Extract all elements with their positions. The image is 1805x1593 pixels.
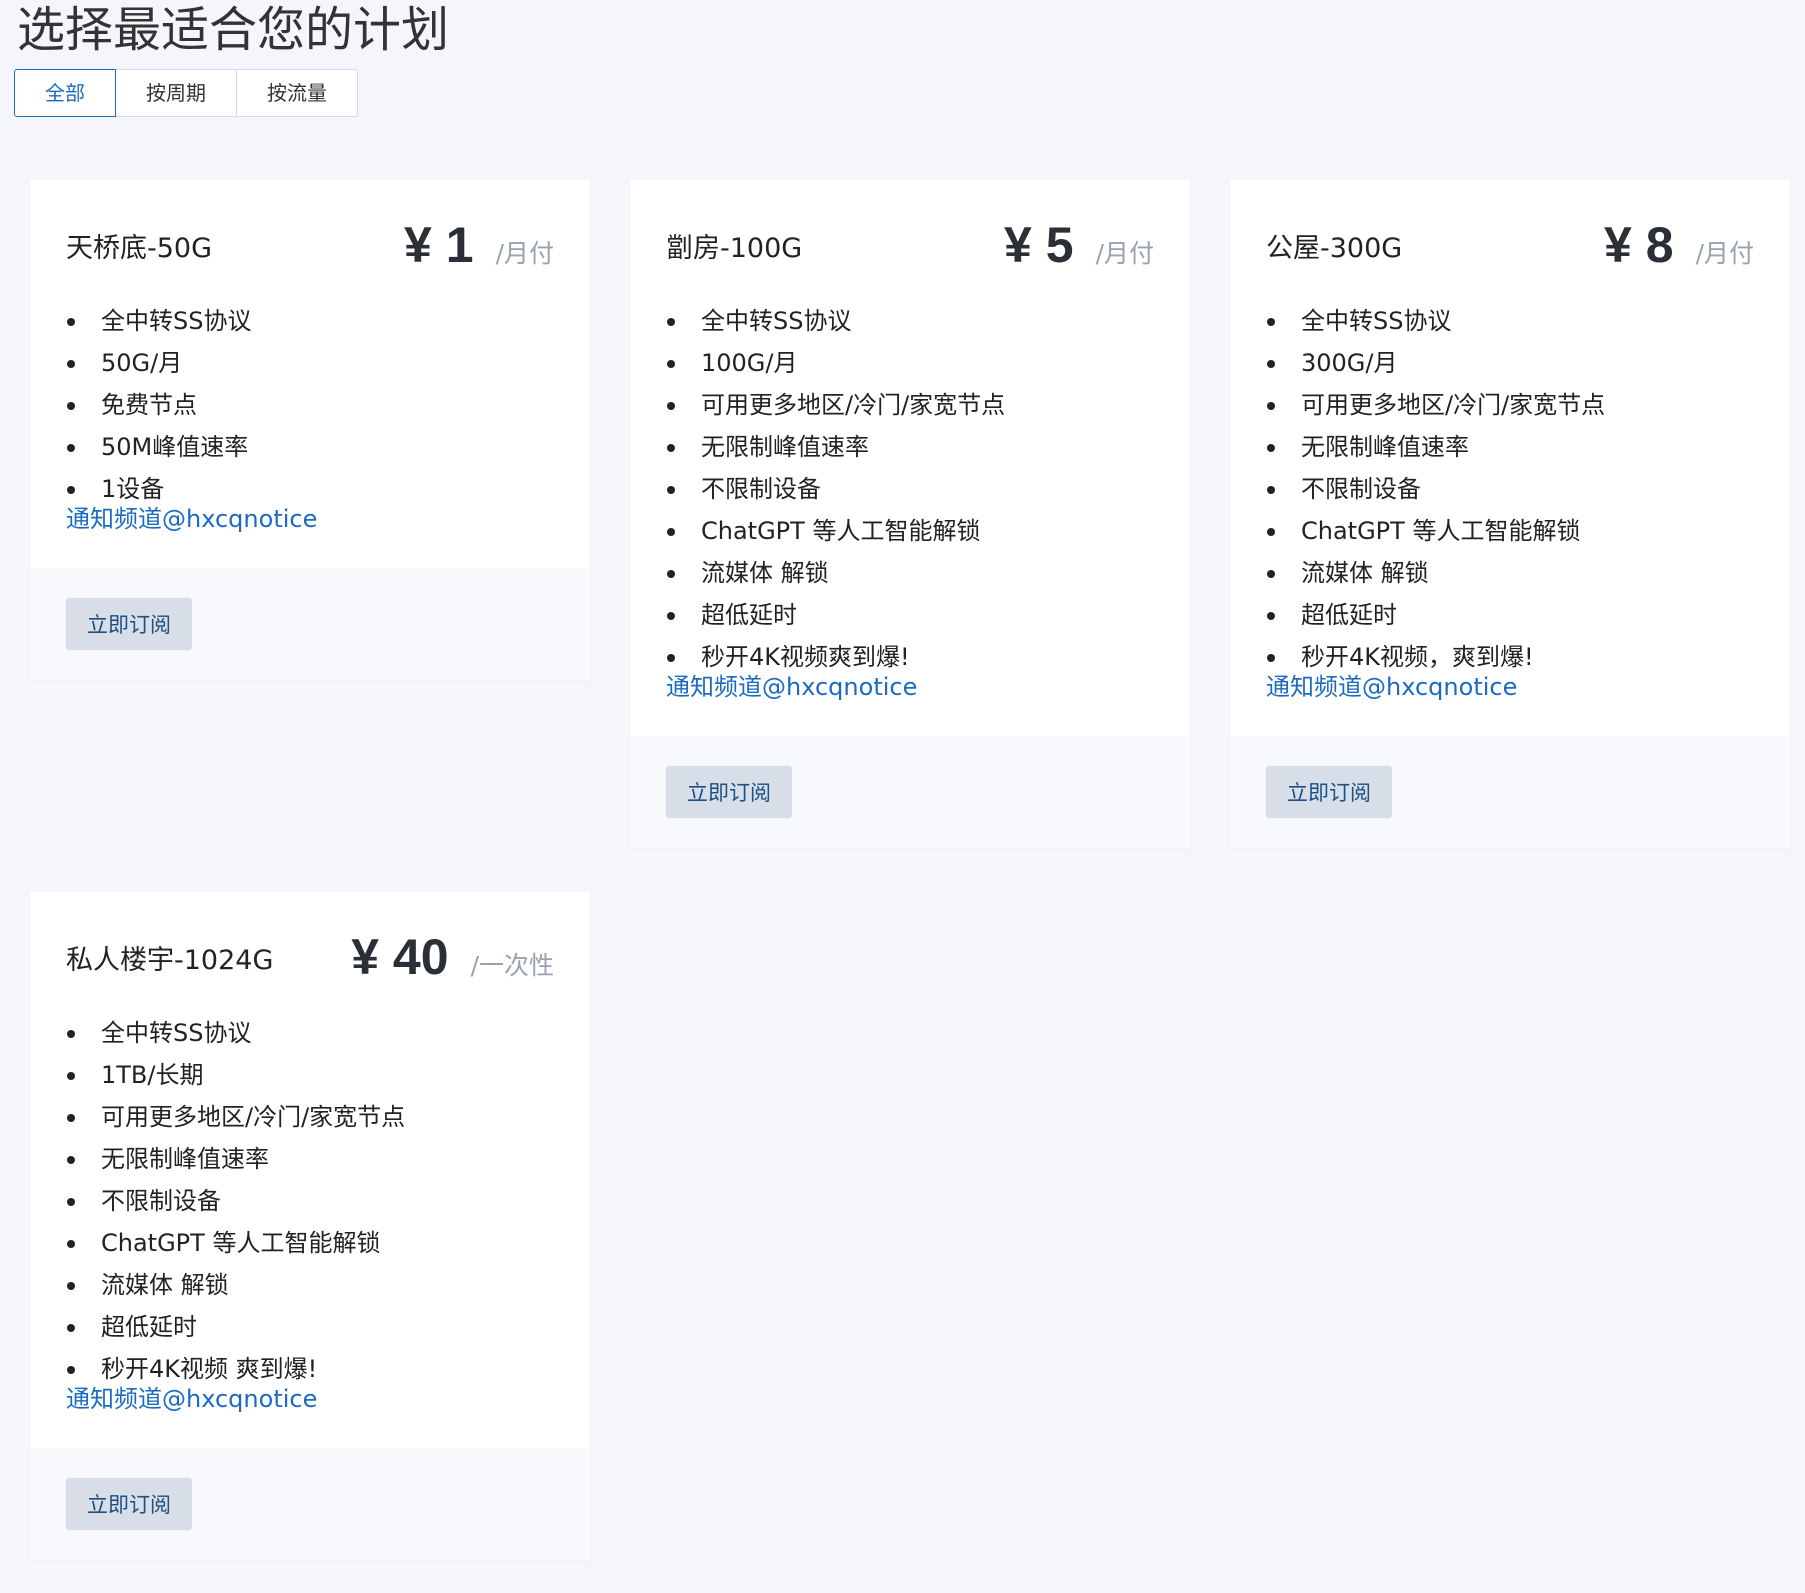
plan-name: 天桥底-50G xyxy=(66,232,213,264)
subscribe-button[interactable]: 立即订阅 xyxy=(1266,766,1392,818)
feature-item: ChatGPT 等人工智能解锁 xyxy=(666,510,1154,552)
feature-list: 全中转SS协议 300G/月 可用更多地区/冷门/家宽节点 无限制峰值速率 不限… xyxy=(1266,300,1754,678)
feature-item: 300G/月 xyxy=(1266,342,1754,384)
plan-price: ¥ 1 xyxy=(404,217,474,273)
plan-name: 劏房-100G xyxy=(666,232,803,264)
feature-item: 秒开4K视频爽到爆! xyxy=(666,636,1154,678)
plan-card: 劏房-100G ¥ 5 /月付 全中转SS协议 100G/月 可用更多地区/冷门… xyxy=(630,180,1190,848)
feature-item: 无限制峰值速率 xyxy=(66,1138,554,1180)
plan-price-group: ¥ 8 /月付 xyxy=(1604,216,1754,274)
feature-list: 全中转SS协议 1TB/长期 可用更多地区/冷门/家宽节点 无限制峰值速率 不限… xyxy=(66,1012,554,1390)
card-footer: 立即订阅 xyxy=(630,736,1190,848)
feature-item: 50G/月 xyxy=(66,342,554,384)
plan-price: ¥ 8 xyxy=(1604,217,1674,273)
card-footer: 立即订阅 xyxy=(1230,736,1790,848)
plan-price: ¥ 5 xyxy=(1004,217,1074,273)
feature-item: 不限制设备 xyxy=(666,468,1154,510)
feature-item: 超低延时 xyxy=(666,594,1154,636)
plan-card: 私人楼宇-1024G ¥ 40 /一次性 全中转SS协议 1TB/长期 可用更多… xyxy=(30,892,590,1560)
feature-item: 不限制设备 xyxy=(1266,468,1754,510)
tab-by-period[interactable]: 按周期 xyxy=(115,69,237,117)
feature-item: 流媒体 解锁 xyxy=(1266,552,1754,594)
feature-item: ChatGPT 等人工智能解锁 xyxy=(1266,510,1754,552)
plan-name: 公屋-300G xyxy=(1266,232,1403,264)
feature-list: 全中转SS协议 100G/月 可用更多地区/冷门/家宽节点 无限制峰值速率 不限… xyxy=(666,300,1154,678)
card-footer: 立即订阅 xyxy=(30,1448,590,1560)
plan-name: 私人楼宇-1024G xyxy=(66,944,274,976)
page-title: 选择最适合您的计划 xyxy=(17,2,450,58)
feature-item: 秒开4K视频 爽到爆! xyxy=(66,1348,554,1390)
feature-item: 流媒体 解锁 xyxy=(666,552,1154,594)
subscribe-button[interactable]: 立即订阅 xyxy=(66,598,192,650)
feature-item: 可用更多地区/冷门/家宽节点 xyxy=(1266,384,1754,426)
plan-period: /月付 xyxy=(495,239,554,268)
feature-item: 1设备 xyxy=(66,468,554,510)
feature-item: 无限制峰值速率 xyxy=(1266,426,1754,468)
feature-list: 全中转SS协议 50G/月 免费节点 50M峰值速率 1设备 xyxy=(66,300,554,510)
plan-card: 天桥底-50G ¥ 1 /月付 全中转SS协议 50G/月 免费节点 50M峰值… xyxy=(30,180,590,680)
subscribe-button[interactable]: 立即订阅 xyxy=(66,1478,192,1530)
feature-item: 全中转SS协议 xyxy=(66,300,554,342)
feature-item: 免费节点 xyxy=(66,384,554,426)
plan-price-group: ¥ 1 /月付 xyxy=(404,216,554,274)
subscribe-button[interactable]: 立即订阅 xyxy=(666,766,792,818)
feature-item: 100G/月 xyxy=(666,342,1154,384)
feature-item: 全中转SS协议 xyxy=(1266,300,1754,342)
feature-item: 秒开4K视频，爽到爆! xyxy=(1266,636,1754,678)
plan-filter-tabs: 全部 按周期 按流量 xyxy=(14,69,358,119)
card-footer: 立即订阅 xyxy=(30,568,590,680)
feature-item: 超低延时 xyxy=(66,1306,554,1348)
plan-period: /月付 xyxy=(1095,239,1154,268)
feature-item: 50M峰值速率 xyxy=(66,426,554,468)
feature-item: 流媒体 解锁 xyxy=(66,1264,554,1306)
feature-item: 全中转SS协议 xyxy=(666,300,1154,342)
feature-item: 无限制峰值速率 xyxy=(666,426,1154,468)
feature-item: 不限制设备 xyxy=(66,1180,554,1222)
feature-item: 全中转SS协议 xyxy=(66,1012,554,1054)
tab-all[interactable]: 全部 xyxy=(14,69,116,117)
plan-period: /一次性 xyxy=(470,951,554,980)
plan-card: 公屋-300G ¥ 8 /月付 全中转SS协议 300G/月 可用更多地区/冷门… xyxy=(1230,180,1790,848)
feature-item: ChatGPT 等人工智能解锁 xyxy=(66,1222,554,1264)
plan-period: /月付 xyxy=(1695,239,1754,268)
feature-item: 超低延时 xyxy=(1266,594,1754,636)
feature-item: 可用更多地区/冷门/家宽节点 xyxy=(66,1096,554,1138)
plan-price: ¥ 40 xyxy=(351,929,449,985)
plan-price-group: ¥ 40 /一次性 xyxy=(351,928,554,986)
tab-by-traffic[interactable]: 按流量 xyxy=(236,69,358,117)
plan-price-group: ¥ 5 /月付 xyxy=(1004,216,1154,274)
feature-item: 1TB/长期 xyxy=(66,1054,554,1096)
feature-item: 可用更多地区/冷门/家宽节点 xyxy=(666,384,1154,426)
